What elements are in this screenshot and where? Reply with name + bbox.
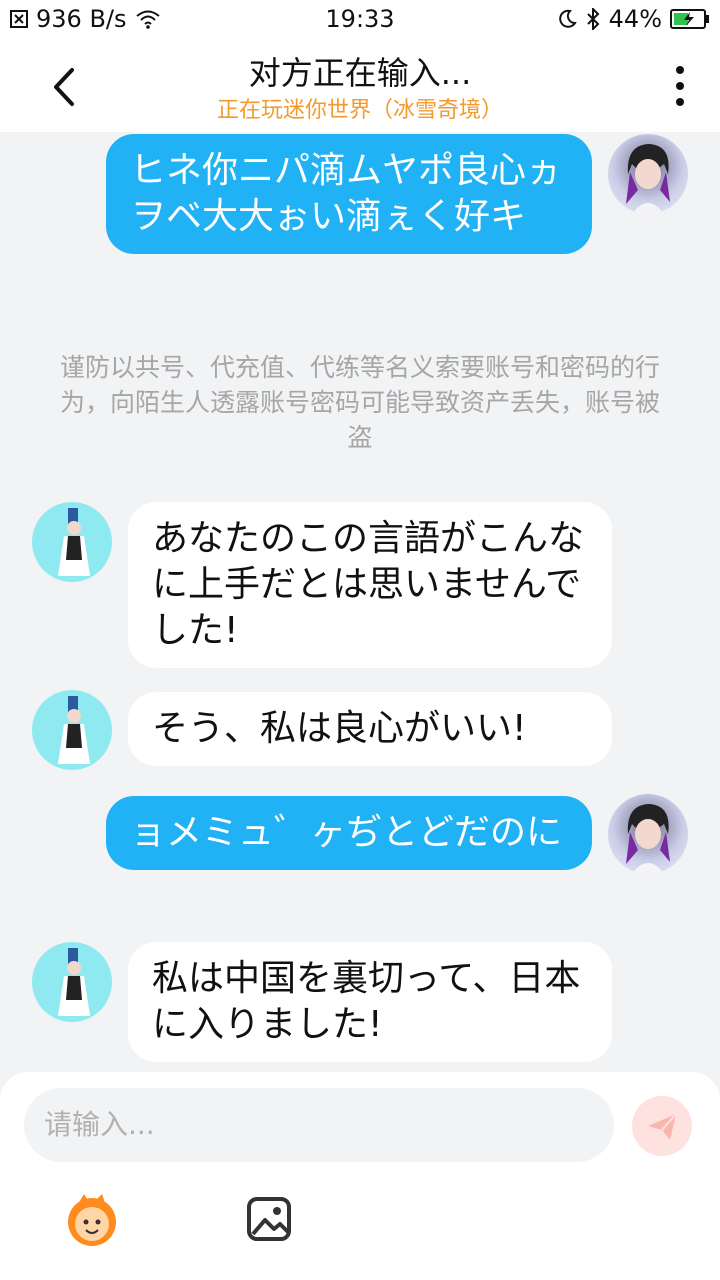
battery-icon	[670, 9, 709, 29]
emoji-icon	[68, 1194, 116, 1246]
more-button[interactable]	[670, 64, 690, 108]
friend-avatar[interactable]	[32, 502, 112, 582]
emoji-button[interactable]	[62, 1190, 122, 1250]
chat-area[interactable]: ヒネ你ニパ滴ムヤポ良心ヵヲベ大大ぉい滴ぇく好キ 谨防以共号、代充值、代练等名义索…	[0, 132, 720, 1072]
avatar-character-icon	[58, 508, 90, 576]
status-bar: 936 B/s 19:33 44%	[0, 0, 720, 38]
friend-status: 正在玩迷你世界（冰雪奇境）	[216, 98, 503, 123]
avatar-portrait-icon	[626, 804, 670, 874]
avatar-character-icon	[58, 696, 90, 764]
chat-header: 对方正在输入... 正在玩迷你世界（冰雪奇境）	[0, 38, 720, 132]
security-notice: 谨防以共号、代充值、代练等名义索要账号和密码的行为，向陌生人透露账号密码可能导致…	[60, 353, 661, 452]
message-bubble-me[interactable]: ヒネ你ニパ滴ムヤポ良心ヵヲベ大大ぉい滴ぇく好キ	[106, 134, 592, 254]
send-button[interactable]	[632, 1096, 692, 1156]
input-bar: 请输入...	[0, 1072, 720, 1280]
battery-percent: 44%	[608, 5, 662, 33]
moon-icon	[558, 9, 577, 28]
page-title: 对方正在输入...	[248, 54, 472, 92]
friend-avatar[interactable]	[32, 942, 112, 1022]
message-bubble-friend[interactable]: 私は中国を裏切って、日本に入りました!	[128, 942, 612, 1062]
message-bubble-friend[interactable]: そう、私は良心がいい!	[128, 692, 612, 766]
image-button[interactable]	[246, 1196, 294, 1242]
bluetooth-icon	[586, 8, 600, 30]
avatar-portrait-icon	[626, 144, 670, 214]
message-bubble-friend[interactable]: あなたのこの言語がこんなに上手だとは思いませんでした!	[128, 502, 612, 668]
image-icon	[247, 1197, 291, 1241]
message-input[interactable]: 请输入...	[24, 1088, 614, 1162]
my-avatar[interactable]	[608, 794, 688, 874]
message-bubble-me[interactable]: ョメミュ゛ヶぢとどだのに	[106, 796, 592, 870]
send-icon	[648, 1113, 677, 1140]
avatar-character-icon	[58, 948, 90, 1016]
my-avatar[interactable]	[608, 134, 688, 214]
status-right: 44%	[557, 5, 710, 33]
friend-avatar[interactable]	[32, 690, 112, 770]
more-icon	[676, 66, 684, 106]
